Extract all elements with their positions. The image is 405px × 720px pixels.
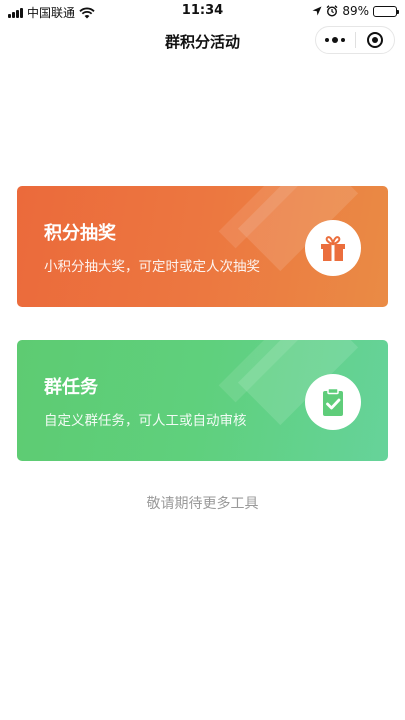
more-dots-icon <box>325 37 346 43</box>
location-arrow-icon <box>312 6 322 16</box>
mini-program-capsule <box>315 26 395 54</box>
clipboard-check-icon <box>305 374 361 430</box>
nav-bar: 群积分活动 <box>0 22 405 60</box>
battery-icon <box>373 5 399 17</box>
battery-percent: 89% <box>342 4 369 18</box>
close-button[interactable] <box>356 27 395 53</box>
more-tools-hint: 敬请期待更多工具 <box>146 496 259 512</box>
close-target-icon <box>366 32 383 48</box>
status-right: 89% <box>312 4 399 18</box>
gift-icon <box>305 220 361 276</box>
alarm-icon <box>326 5 338 17</box>
card-description: 小积分抽大奖，可定时或定人次抽奖 <box>44 259 260 275</box>
card-title: 积分抽奖 <box>44 223 116 244</box>
group-task-card[interactable]: 群任务 自定义群任务，可人工或自动审核 <box>17 340 388 461</box>
more-button[interactable] <box>316 27 355 53</box>
status-bar: 中国联通 11:34 89% <box>0 0 405 22</box>
card-description: 自定义群任务，可人工或自动审核 <box>44 413 247 429</box>
card-title: 群任务 <box>44 377 98 398</box>
points-lottery-card[interactable]: 积分抽奖 小积分抽大奖，可定时或定人次抽奖 <box>17 186 388 307</box>
